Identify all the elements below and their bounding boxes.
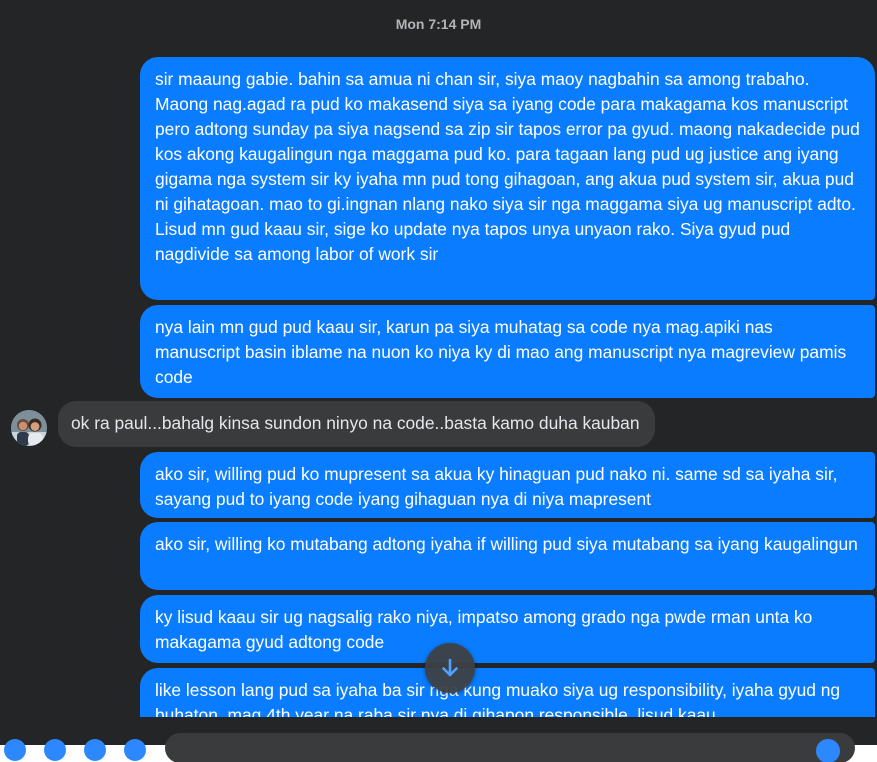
image-icon[interactable]	[44, 739, 66, 761]
chat-thread: Mon 7:14 PM sir maaung gabie. bahin sa a…	[0, 0, 877, 762]
like-icon[interactable]	[816, 739, 840, 762]
avatar-image	[11, 410, 47, 446]
outgoing-message[interactable]: ako sir, willing pud ko mupresent sa aku…	[140, 452, 875, 518]
outgoing-message[interactable]: ky lisud kaau sir ug nagsalig rako niya,…	[140, 595, 875, 663]
outgoing-message[interactable]: ako sir, willing ko mutabang adtong iyah…	[140, 522, 875, 590]
more-actions-icon[interactable]	[4, 739, 26, 761]
outgoing-message[interactable]: nya lain mn gud pud kaau sir, karun pa s…	[140, 305, 875, 398]
scroll-to-bottom-button[interactable]	[425, 643, 475, 693]
sticker-icon[interactable]	[84, 739, 106, 761]
contact-avatar-icon[interactable]	[11, 410, 47, 446]
message-timestamp: Mon 7:14 PM	[395, 16, 482, 32]
gif-icon[interactable]	[124, 739, 146, 761]
arrow-down-icon	[442, 658, 458, 677]
message-input[interactable]	[165, 733, 855, 762]
incoming-message[interactable]: ok ra paul...bahalg kinsa sundon ninyo n…	[58, 401, 655, 447]
outgoing-message[interactable]: sir maaung gabie. bahin sa amua ni chan …	[140, 57, 875, 300]
